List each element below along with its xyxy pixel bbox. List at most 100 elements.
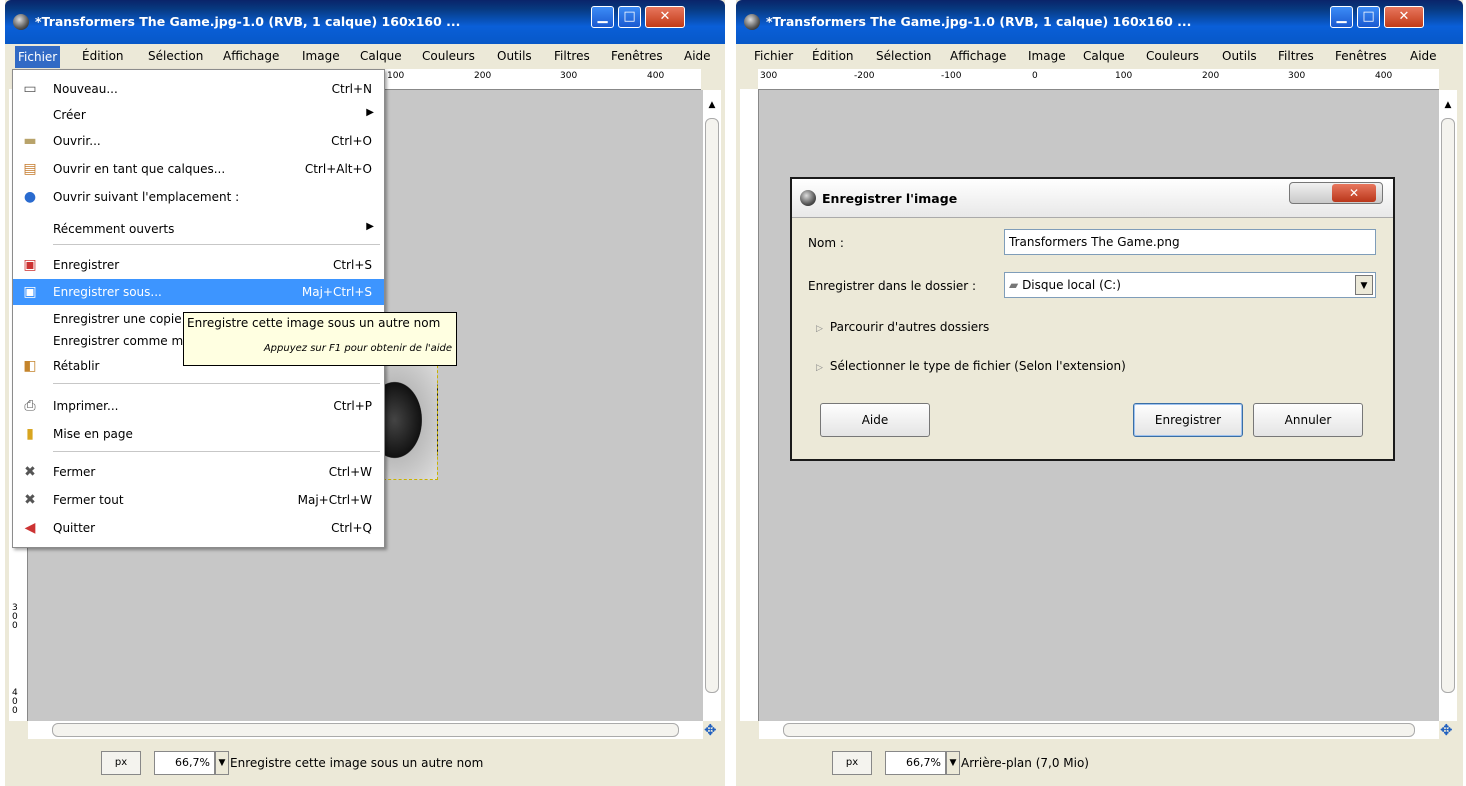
gimp-app-icon	[744, 14, 760, 30]
tooltip-hint: Appuyez sur F1 pour obtenir de l'aide	[263, 343, 452, 354]
submenu-arrow-icon: ▶	[366, 221, 374, 232]
left-window-title: *Transformers The Game.jpg-1.0 (RVB, 1 c…	[35, 14, 461, 29]
side-ruler-label: 400	[12, 688, 18, 716]
navigate-icon[interactable]: ✥	[704, 721, 717, 739]
filename-input[interactable]: Transformers The Game.png	[1004, 229, 1376, 255]
left-horizontal-scrollbar[interactable]	[28, 721, 703, 739]
menu-outils[interactable]: Outils	[1222, 49, 1257, 63]
zoom-field[interactable]: 66,7%	[885, 751, 946, 775]
menu-couleurs[interactable]: Couleurs	[422, 49, 475, 63]
menu-item-imprimer[interactable]: ⎙ Imprimer... Ctrl+P	[13, 393, 384, 419]
left-title-bar[interactable]: *Transformers The Game.jpg-1.0 (RVB, 1 c…	[5, 0, 725, 44]
menu-item-ouvrir[interactable]: ▬ Ouvrir... Ctrl+O	[13, 128, 384, 154]
dialog-title-bar[interactable]: Enregistrer l'image ✕	[792, 179, 1393, 218]
menu-affichage[interactable]: Affichage	[223, 49, 279, 63]
menu-calque[interactable]: Calque	[1083, 49, 1125, 63]
maximize-button[interactable]: □	[1357, 6, 1380, 28]
minimize-button[interactable]: ▁	[591, 6, 614, 28]
submenu-arrow-icon: ▶	[366, 107, 374, 118]
menu-filtres[interactable]: Filtres	[1278, 49, 1314, 63]
menu-calque[interactable]: Calque	[360, 49, 402, 63]
file-menu: ▭ Nouveau... Ctrl+N Créer ▶ ▬ Ouvrir... Ctrl+…	[12, 69, 385, 548]
minimize-button[interactable]: ▁	[1330, 6, 1353, 28]
ruler-label: -100	[941, 71, 962, 81]
scroll-thumb[interactable]	[1441, 118, 1455, 693]
menu-fichier[interactable]: Fichier	[15, 46, 61, 68]
save-button[interactable]: Enregistrer	[1133, 403, 1243, 437]
menu-item-recents[interactable]: Récemment ouverts ▶	[13, 216, 384, 242]
drive-icon: ▰	[1009, 278, 1019, 292]
right-horizontal-scrollbar[interactable]	[759, 721, 1439, 739]
open-folder-icon: ▬	[23, 133, 37, 149]
scroll-up-arrow[interactable]: ▲	[703, 100, 721, 110]
menu-image[interactable]: Image	[302, 49, 340, 63]
print-icon: ⎙	[24, 398, 36, 414]
hscroll-thumb[interactable]	[783, 723, 1415, 737]
dialog-close-button[interactable]: ✕	[1289, 182, 1383, 204]
unit-selector[interactable]: px	[832, 751, 872, 775]
menu-outils[interactable]: Outils	[497, 49, 532, 63]
name-label: Nom :	[808, 236, 844, 250]
ruler-label: 200	[1202, 71, 1220, 81]
menu-edition[interactable]: Édition	[82, 49, 124, 63]
menu-selection[interactable]: Sélection	[148, 49, 203, 63]
menu-item-enregistrer[interactable]: ▣ Enregistrer Ctrl+S	[13, 252, 384, 278]
quit-icon: ◀	[24, 520, 36, 536]
right-window-title: *Transformers The Game.jpg-1.0 (RVB, 1 c…	[766, 14, 1192, 29]
menu-fichier[interactable]: Fichier	[754, 49, 793, 63]
right-vertical-scrollbar[interactable]: ▲	[1439, 90, 1457, 721]
right-title-bar[interactable]: *Transformers The Game.jpg-1.0 (RVB, 1 c…	[736, 0, 1463, 44]
hscroll-thumb[interactable]	[52, 723, 679, 737]
file-type-expander[interactable]: ▷ Sélectionner le type de fichier (Selon …	[816, 359, 1126, 373]
ruler-label: 300	[1288, 71, 1306, 81]
menu-item-nouveau[interactable]: ▭ Nouveau... Ctrl+N	[13, 76, 384, 102]
zoom-field[interactable]: 66,7%	[154, 751, 215, 775]
menu-item-mise-en-page[interactable]: ▮ Mise en page	[13, 421, 384, 447]
browse-folders-expander[interactable]: ▷ Parcourir d'autres dossiers	[816, 320, 989, 334]
ruler-label: 400	[1375, 71, 1393, 81]
menu-item-ouvrir-emplacement[interactable]: ● Ouvrir suivant l'emplacement :	[13, 184, 384, 210]
right-menubar: Fichier Édition Sélection Affichage Imag…	[740, 46, 1459, 68]
ruler-label: 400	[647, 71, 665, 81]
left-vertical-scrollbar[interactable]: ▲	[703, 90, 721, 721]
menu-tooltip: Enregistre cette image sous un autre nom…	[183, 312, 457, 366]
menu-couleurs[interactable]: Couleurs	[1146, 49, 1199, 63]
zoom-dropdown-arrow[interactable]: ▼	[215, 751, 229, 775]
menu-item-fermer[interactable]: ✖ Fermer Ctrl+W	[13, 459, 384, 485]
folder-select[interactable]: ▰ Disque local (C:) ▼	[1004, 272, 1376, 298]
menu-item-enregistrer-sous[interactable]: ▣ Enregistrer sous... Maj+Ctrl+S	[13, 279, 384, 305]
menu-aide[interactable]: Aide	[684, 49, 711, 63]
close-button[interactable]: ✕	[1384, 6, 1424, 28]
ruler-label: 0	[1032, 71, 1038, 81]
menu-item-fermer-tout[interactable]: ✖ Fermer tout Maj+Ctrl+W	[13, 487, 384, 513]
menu-item-quitter[interactable]: ◀ Quitter Ctrl+Q	[13, 515, 384, 541]
close-button[interactable]: ✕	[645, 6, 685, 28]
menu-filtres[interactable]: Filtres	[554, 49, 590, 63]
ruler-label: 100	[387, 71, 405, 81]
help-button[interactable]: Aide	[820, 403, 930, 437]
zoom-dropdown-arrow[interactable]: ▼	[946, 751, 960, 775]
chevron-down-icon[interactable]: ▼	[1355, 275, 1373, 295]
menu-fenetres[interactable]: Fenêtres	[611, 49, 663, 63]
menu-item-creer[interactable]: Créer ▶	[13, 102, 384, 128]
scroll-up-arrow[interactable]: ▲	[1439, 100, 1457, 110]
menu-image[interactable]: Image	[1028, 49, 1066, 63]
menu-item-ouvrir-calques[interactable]: ▤ Ouvrir en tant que calques... Ctrl+Alt+O	[13, 156, 384, 182]
left-status-bar: px 66,7% ▼ Enregistre cette image sous u…	[9, 744, 721, 782]
menu-separator	[53, 383, 380, 384]
menu-edition[interactable]: Édition	[812, 49, 854, 63]
close-x-icon: ✖	[24, 464, 36, 480]
menu-selection[interactable]: Sélection	[876, 49, 931, 63]
ruler-label: -200	[854, 71, 875, 81]
maximize-button[interactable]: □	[618, 6, 641, 28]
status-message: Enregistre cette image sous un autre nom	[230, 756, 484, 770]
new-document-icon: ▭	[23, 81, 37, 97]
menu-fenetres[interactable]: Fenêtres	[1335, 49, 1387, 63]
ruler-label: 100	[1115, 71, 1133, 81]
cancel-button[interactable]: Annuler	[1253, 403, 1363, 437]
scroll-thumb[interactable]	[705, 118, 719, 693]
menu-aide[interactable]: Aide	[1410, 49, 1437, 63]
menu-affichage[interactable]: Affichage	[950, 49, 1006, 63]
navigate-icon[interactable]: ✥	[1440, 721, 1453, 739]
unit-selector[interactable]: px	[101, 751, 141, 775]
